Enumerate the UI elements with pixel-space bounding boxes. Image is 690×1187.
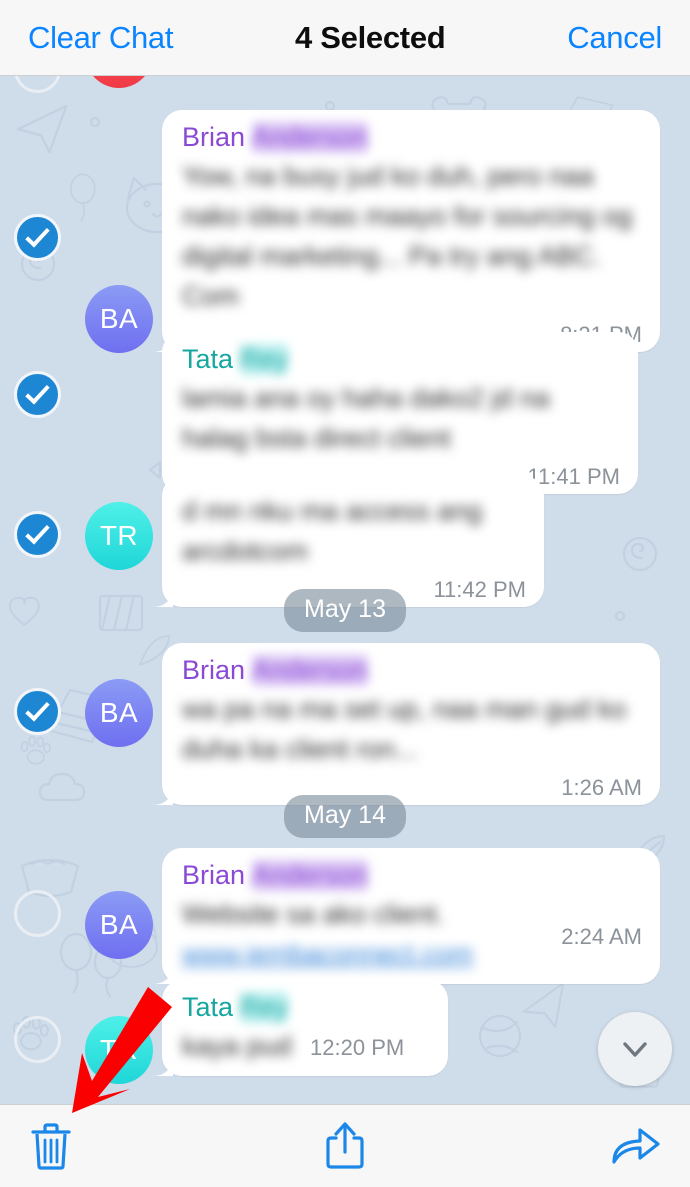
share-button[interactable] [239,1105,450,1187]
avatar-initials: TR [99,1034,139,1065]
message-bubble[interactable]: Tata Rey lamia ana oy haha dako2 jd na ha… [162,332,638,494]
message-text: wa pa na ma set up, naa man gud ko duha … [182,694,627,764]
avatar[interactable]: BA [85,679,153,747]
delete-button[interactable] [0,1105,239,1187]
message-time: 1:26 AM [561,775,642,800]
message-bubble[interactable]: Brian Anderson Website sa ako client. www… [162,848,660,984]
selection-header: Clear Chat 4 Selected Cancel [0,0,690,76]
cancel-button[interactable]: Cancel [567,20,662,56]
avatar[interactable]: BA [85,891,153,959]
clear-chat-button[interactable]: Clear Chat [28,20,173,56]
message-sender: Brian Anderson [182,122,368,153]
message-time: 2:24 AM [561,924,642,949]
selection-count-title: 4 Selected [295,19,446,55]
check-icon [25,696,50,722]
message-bubble[interactable]: d mn nku ma access ang arcdotcom 11:42 P… [162,476,544,607]
forward-button[interactable] [451,1105,690,1187]
chevron-down-icon [623,1042,647,1057]
message-link[interactable]: www.jembaconnect.com [182,934,473,974]
message-checkbox-selected[interactable] [14,688,61,735]
message-text: Yow, na busy jud ko duh, pero naa nako i… [182,161,633,311]
message-checkbox-selected[interactable] [14,371,61,418]
trash-icon [31,1123,71,1170]
message-time: 12:20 PM [310,1035,405,1060]
message-text: d mn nku ma access ang arcdotcom [182,496,483,566]
avatar[interactable]: TR [85,1016,153,1084]
avatar[interactable]: BA [85,285,153,353]
message-bubble[interactable]: Brian Anderson wa pa na ma set up, naa ma… [162,643,660,805]
message-row[interactable] [0,76,690,98]
chat-message-list[interactable]: BA Brian Anderson Yow, na busy jud ko duh… [0,76,690,1104]
date-divider: May 13 [284,589,406,632]
date-divider: May 14 [284,795,406,838]
message-checkbox-unselected[interactable] [14,1016,61,1063]
avatar[interactable]: TR [85,502,153,570]
share-icon [326,1122,364,1169]
scroll-to-bottom-button[interactable] [598,1012,672,1086]
message-text: lamia ana oy haha dako2 jd na halag bsta… [182,383,550,453]
avatar[interactable] [85,76,153,88]
avatar-initials: BA [99,303,139,334]
message-bubble[interactable]: Tata Rey kaya pud 12:20 PM [162,980,448,1076]
message-sender: Tata Rey [182,992,289,1023]
check-icon [25,519,50,545]
message-sender: Tata Rey [182,344,289,375]
avatar-initials: TR [99,520,139,551]
message-text: kaya pud [182,1031,292,1061]
avatar-initials: BA [99,697,139,728]
check-icon [25,379,50,405]
forward-icon [612,1128,660,1164]
message-sender: Brian Anderson [182,860,368,891]
message-checkbox-selected[interactable] [14,511,61,558]
avatar-initials: BA [99,909,139,940]
selection-action-toolbar [0,1104,690,1187]
message-sender: Brian Anderson [182,655,368,686]
message-checkbox-unselected[interactable] [14,76,61,93]
message-checkbox-selected[interactable] [14,214,61,261]
message-time: 11:42 PM [433,577,526,602]
message-checkbox-unselected[interactable] [14,890,61,937]
message-bubble[interactable]: Brian Anderson Yow, na busy jud ko duh, p… [162,110,660,352]
check-icon [25,222,50,248]
